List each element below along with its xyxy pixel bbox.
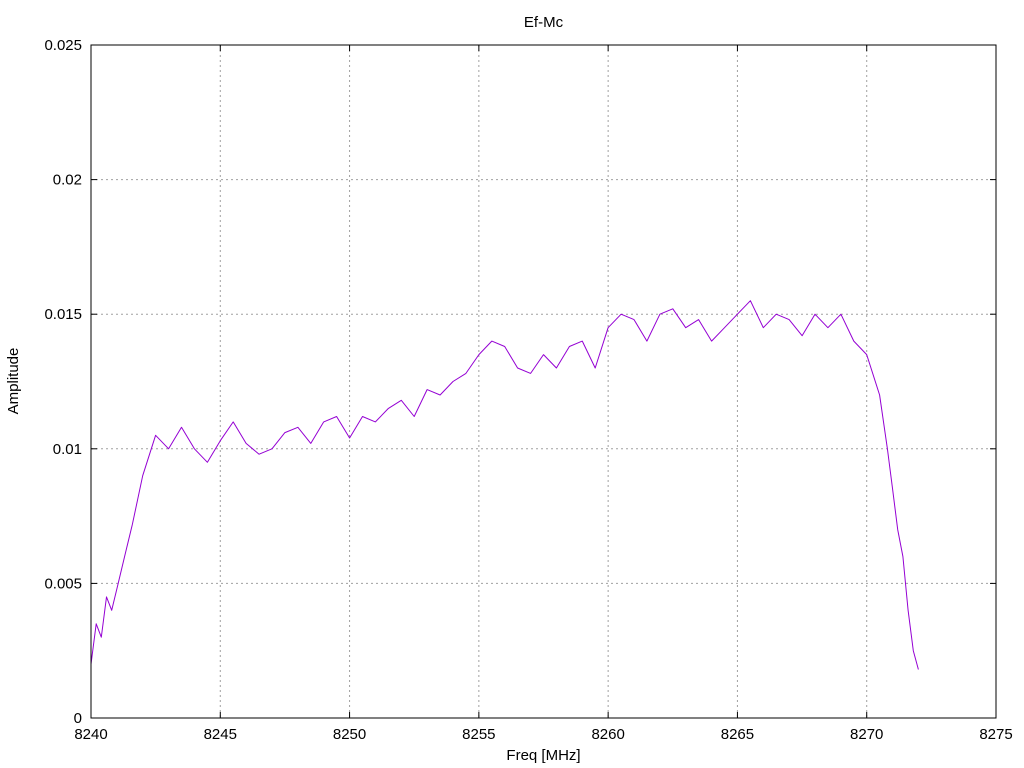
x-axis-label: Freq [MHz] (506, 747, 580, 764)
series-line (90, 300, 919, 670)
x-tick-label: 8240 (74, 726, 107, 743)
y-axis-label: Amplitude (5, 348, 22, 415)
x-tick-label: 8255 (462, 726, 495, 743)
chart-title: Ef-Mc (524, 14, 564, 31)
series-layer (90, 300, 919, 670)
chart: 8240 8245 8250 8255 8260 8265 8270 8275 00.0050… (5, 14, 1013, 764)
y-tick-label: 0 (74, 710, 82, 727)
plot-frame (90, 44, 997, 719)
y-tick-label: 0.015 (44, 306, 82, 323)
grid-layer (91, 45, 996, 718)
y-tick-label: 0.02 (53, 172, 82, 189)
y-tick-label: 0.025 (44, 37, 82, 54)
tick-layer (90, 44, 997, 719)
x-tick-label: 8275 (979, 726, 1012, 743)
y-tick-label: 0.01 (53, 441, 82, 458)
x-tick-label: 8260 (591, 726, 624, 743)
x-tick-labels: 8240 8245 8250 8255 8260 8265 8270 8275 (74, 726, 1012, 743)
y-tick-labels: 0 0.005 0.01 0.015 0.02 0.025 (44, 37, 82, 727)
x-tick-label: 8265 (721, 726, 754, 743)
y-tick-label: 0.005 (44, 575, 82, 592)
x-tick-label: 8245 (204, 726, 237, 743)
x-tick-label: 8270 (850, 726, 883, 743)
x-tick-label: 8250 (333, 726, 366, 743)
